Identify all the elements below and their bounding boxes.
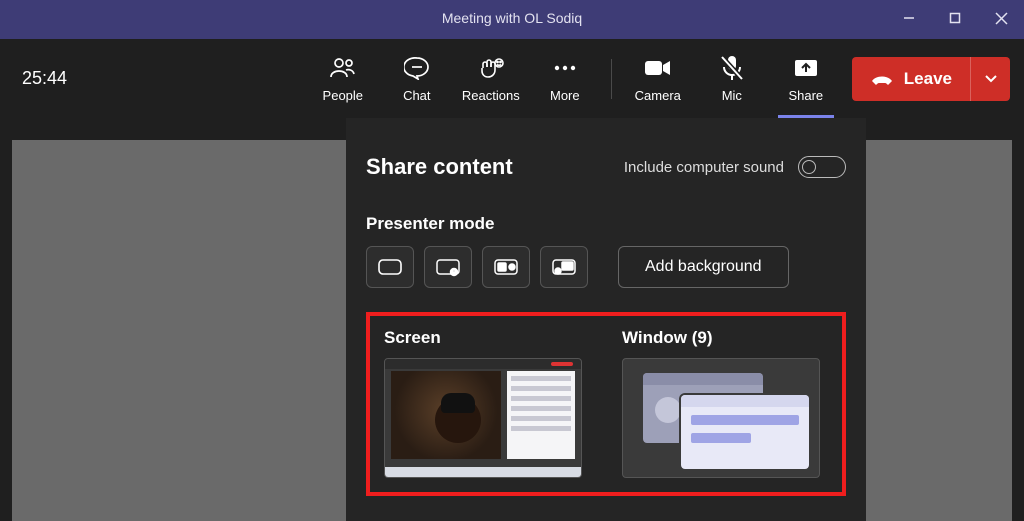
hangup-icon	[870, 69, 894, 89]
meeting-timer: 25:44	[22, 68, 67, 89]
leave-button[interactable]: Leave	[852, 57, 970, 101]
maximize-icon	[949, 12, 961, 24]
chevron-down-icon	[984, 74, 998, 84]
presenter-mode-side-by-side[interactable]	[482, 246, 530, 288]
add-background-button[interactable]: Add background	[618, 246, 789, 288]
camera-icon	[644, 55, 672, 81]
chat-label: Chat	[403, 88, 430, 103]
share-label: Share	[788, 88, 823, 103]
presenter-mode-reporter[interactable]	[540, 246, 588, 288]
window-thumbnail	[622, 358, 820, 478]
toggle-knob	[802, 160, 816, 174]
meeting-stage: Share content Include computer sound Pre…	[0, 118, 1024, 521]
share-content-panel: Share content Include computer sound Pre…	[346, 118, 866, 521]
share-button[interactable]: Share	[770, 44, 842, 114]
share-icon	[793, 55, 819, 81]
reactions-icon	[477, 55, 505, 81]
more-label: More	[550, 88, 580, 103]
camera-button[interactable]: Camera	[622, 44, 694, 114]
mic-label: Mic	[722, 88, 742, 103]
presenter-mode-content-only[interactable]	[366, 246, 414, 288]
mic-button[interactable]: Mic	[696, 44, 768, 114]
window-title: Meeting with OL Sodiq	[442, 10, 582, 26]
maximize-button[interactable]	[932, 0, 978, 36]
chat-icon	[404, 55, 430, 81]
more-button[interactable]: More	[529, 44, 601, 114]
share-content-title: Share content	[366, 154, 513, 180]
people-label: People	[323, 88, 363, 103]
share-screen-label: Screen	[384, 328, 582, 348]
chat-button[interactable]: Chat	[381, 44, 453, 114]
include-sound-label: Include computer sound	[624, 159, 784, 176]
meeting-toolbar: 25:44 People Chat	[0, 36, 1024, 118]
close-icon	[995, 12, 1008, 25]
leave-more-button[interactable]	[970, 57, 1010, 101]
toolbar-items: People Chat Reac	[307, 44, 842, 114]
titlebar: Meeting with OL Sodiq	[0, 0, 1024, 36]
reactions-button[interactable]: Reactions	[455, 44, 527, 114]
presenter-mode-standout[interactable]	[424, 246, 472, 288]
screen-thumbnail	[384, 358, 582, 478]
add-background-label: Add background	[645, 258, 762, 275]
share-screen-option[interactable]: Screen	[384, 328, 582, 478]
minimize-button[interactable]	[886, 0, 932, 36]
toolbar-separator	[611, 59, 612, 99]
presenter-mode-row: Add background	[366, 246, 846, 288]
presenter-mode-label: Presenter mode	[366, 214, 846, 234]
minimize-icon	[903, 12, 915, 24]
mic-off-icon	[720, 55, 744, 81]
leave-label: Leave	[904, 69, 952, 89]
include-sound-toggle[interactable]	[798, 156, 846, 178]
camera-label: Camera	[635, 88, 681, 103]
reactions-label: Reactions	[462, 88, 520, 103]
share-options-highlight: Screen Window (9)	[366, 312, 846, 496]
window-controls	[886, 0, 1024, 36]
share-window-option[interactable]: Window (9)	[622, 328, 820, 478]
more-icon	[552, 55, 578, 81]
share-window-label: Window (9)	[622, 328, 820, 348]
people-button[interactable]: People	[307, 44, 379, 114]
people-icon	[329, 55, 357, 81]
close-button[interactable]	[978, 0, 1024, 36]
